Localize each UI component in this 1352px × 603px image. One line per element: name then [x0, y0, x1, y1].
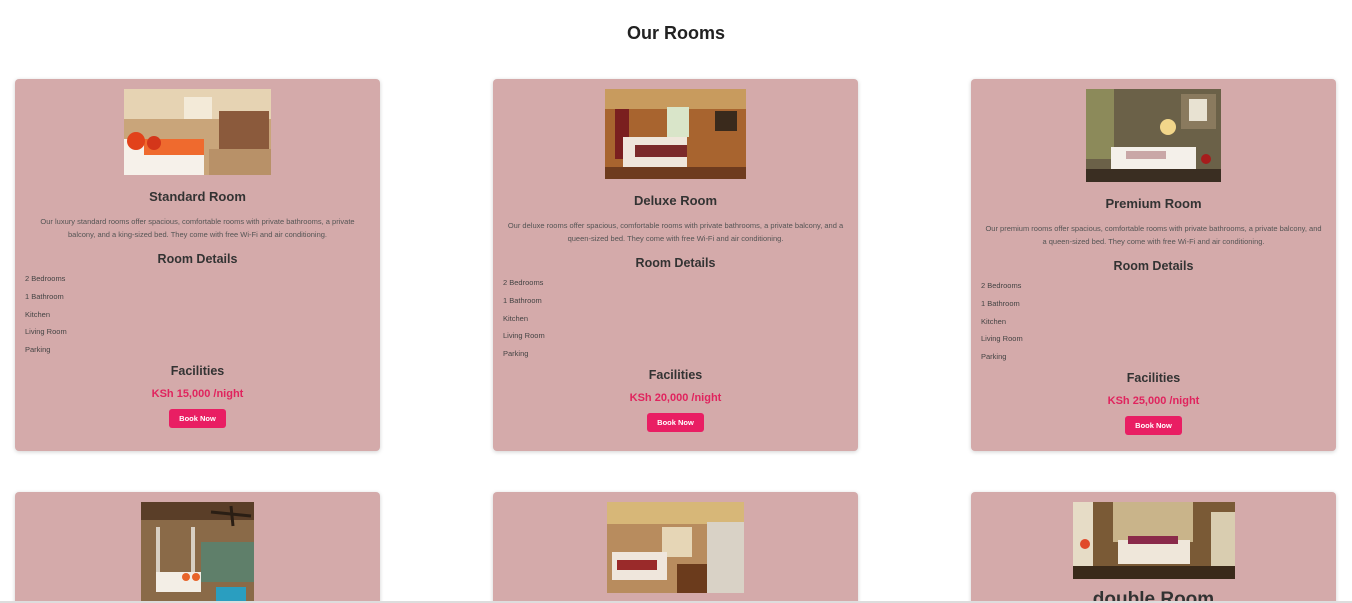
- list-item: Living Room: [25, 327, 67, 337]
- room-photo: [1086, 89, 1221, 182]
- room-card-6: double Room: [971, 492, 1336, 603]
- list-item: 1 Bathroom: [503, 295, 542, 305]
- room-description: Our luxury standard rooms offer spacious…: [40, 217, 355, 239]
- room-photo: [607, 502, 744, 593]
- facilities-heading: Facilities: [648, 367, 703, 382]
- room-card-5: [493, 492, 858, 603]
- list-item: 2 Bedrooms: [25, 274, 66, 283]
- room-details-list: 2 Bedrooms 1 Bathroom Kitchen Living Roo…: [15, 272, 380, 361]
- room-price: KSh 25,000 /night: [1107, 394, 1200, 407]
- room-price: KSh 15,000 /night: [151, 387, 244, 400]
- room-title: Standard Room: [149, 189, 246, 204]
- room-description: Our premium rooms offer spacious, comfor…: [985, 224, 1322, 246]
- room-photo: [124, 89, 271, 175]
- room-title: Premium Room: [1105, 196, 1202, 211]
- room-photo: [605, 89, 746, 179]
- room-price: KSh 20,000 /night: [629, 391, 722, 404]
- book-now-button[interactable]: Book Now: [1125, 415, 1182, 435]
- room-card-premium: Premium Room Our premium rooms offer spa…: [971, 79, 1336, 451]
- list-item: Parking: [981, 352, 1007, 362]
- room-details-heading: Room Details: [1113, 259, 1194, 273]
- room-details-heading: Room Details: [157, 252, 238, 266]
- room-details-heading: Room Details: [635, 256, 716, 270]
- book-now-button[interactable]: Book Now: [169, 408, 226, 428]
- book-now-button[interactable]: Book Now: [647, 412, 704, 432]
- room-photo: [1072, 502, 1235, 579]
- list-item: Kitchen: [503, 313, 529, 323]
- list-item: Kitchen: [25, 309, 51, 319]
- list-item: Living Room: [981, 334, 1023, 344]
- list-item: 1 Bathroom: [25, 291, 64, 301]
- list-item: Parking: [25, 345, 51, 355]
- room-card-4: [15, 492, 380, 603]
- list-item: 1 Bathroom: [981, 298, 1020, 308]
- list-item: Living Room: [503, 331, 545, 341]
- room-description: Our deluxe rooms offer spacious, comfort…: [507, 221, 844, 243]
- room-details-list: 2 Bedrooms 1 Bathroom Kitchen Living Roo…: [971, 279, 1336, 368]
- list-item: Kitchen: [981, 316, 1007, 326]
- list-item: Parking: [503, 349, 529, 359]
- room-card-deluxe: Deluxe Room Our deluxe rooms offer spaci…: [493, 79, 858, 451]
- page-title: Our Rooms: [626, 23, 725, 43]
- list-item: 2 Bedrooms: [981, 281, 1022, 290]
- facilities-heading: Facilities: [170, 363, 225, 378]
- room-title: Deluxe Room: [633, 193, 718, 208]
- room-photo: [141, 502, 254, 602]
- facilities-heading: Facilities: [1126, 370, 1181, 385]
- room-details-list: 2 Bedrooms 1 Bathroom Kitchen Living Roo…: [493, 276, 858, 365]
- room-card-standard: Standard Room Our luxury standard rooms …: [15, 79, 380, 451]
- list-item: 2 Bedrooms: [503, 278, 544, 287]
